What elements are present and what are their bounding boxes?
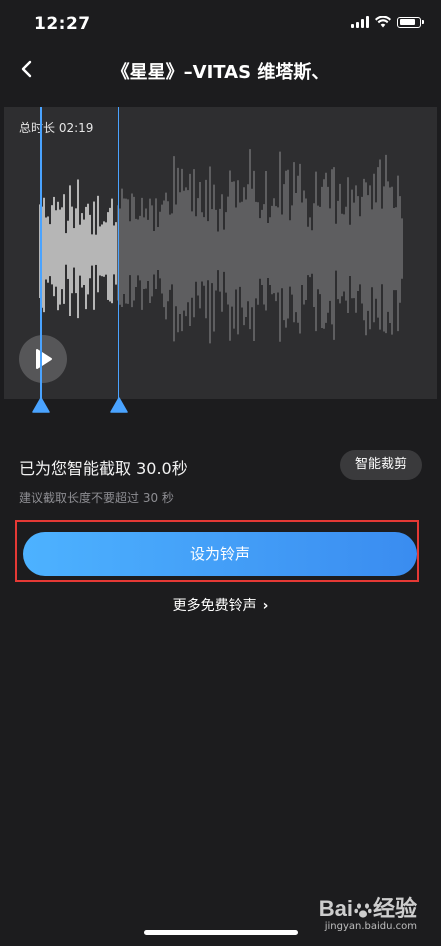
cellular-signal-icon [351, 16, 369, 28]
watermark-logo-left: Bai [318, 896, 353, 921]
length-hint: 建议截取长度不要超过 30 秒 [19, 491, 174, 505]
set-ringtone-button[interactable]: 设为铃声 [23, 532, 417, 576]
play-icon [36, 349, 52, 369]
selection-info: 已为您智能截取 30.0秒 [19, 459, 188, 478]
status-bar: 12:27 [0, 0, 441, 50]
waveform[interactable] [4, 107, 437, 399]
status-icons [351, 16, 424, 28]
smart-trim-button[interactable]: 智能裁剪 [340, 450, 422, 480]
page-title: 《星星》–VITAS 维塔斯、 [111, 62, 330, 83]
waveform-panel[interactable]: 总时长 02:19 [4, 107, 437, 399]
watermark-logo: Bai 经验 [319, 891, 417, 923]
wifi-icon [375, 16, 391, 28]
chevron-right-icon: › [262, 598, 269, 614]
nav-bar: 《星星》–VITAS 维塔斯、 [0, 52, 441, 88]
more-ringtones-link[interactable]: 更多免费铃声 › [0, 595, 441, 615]
home-indicator[interactable] [144, 930, 298, 935]
watermark: Bai 经验 jingyan.baidu.com [319, 891, 417, 932]
watermark-logo-right: 经验 [372, 896, 417, 921]
watermark-url: jingyan.baidu.com [324, 921, 417, 932]
play-button[interactable] [19, 335, 67, 383]
paw-icon [354, 903, 372, 918]
trim-start-handle[interactable] [32, 397, 50, 413]
battery-icon [397, 16, 424, 28]
duration-label: 总时长 02:19 [19, 121, 94, 135]
trim-start-line [40, 107, 42, 407]
trim-end-handle[interactable] [110, 397, 128, 413]
status-time: 12:27 [34, 14, 91, 34]
trim-end-line [117, 107, 120, 407]
more-ringtones-label: 更多免费铃声 [172, 598, 257, 614]
